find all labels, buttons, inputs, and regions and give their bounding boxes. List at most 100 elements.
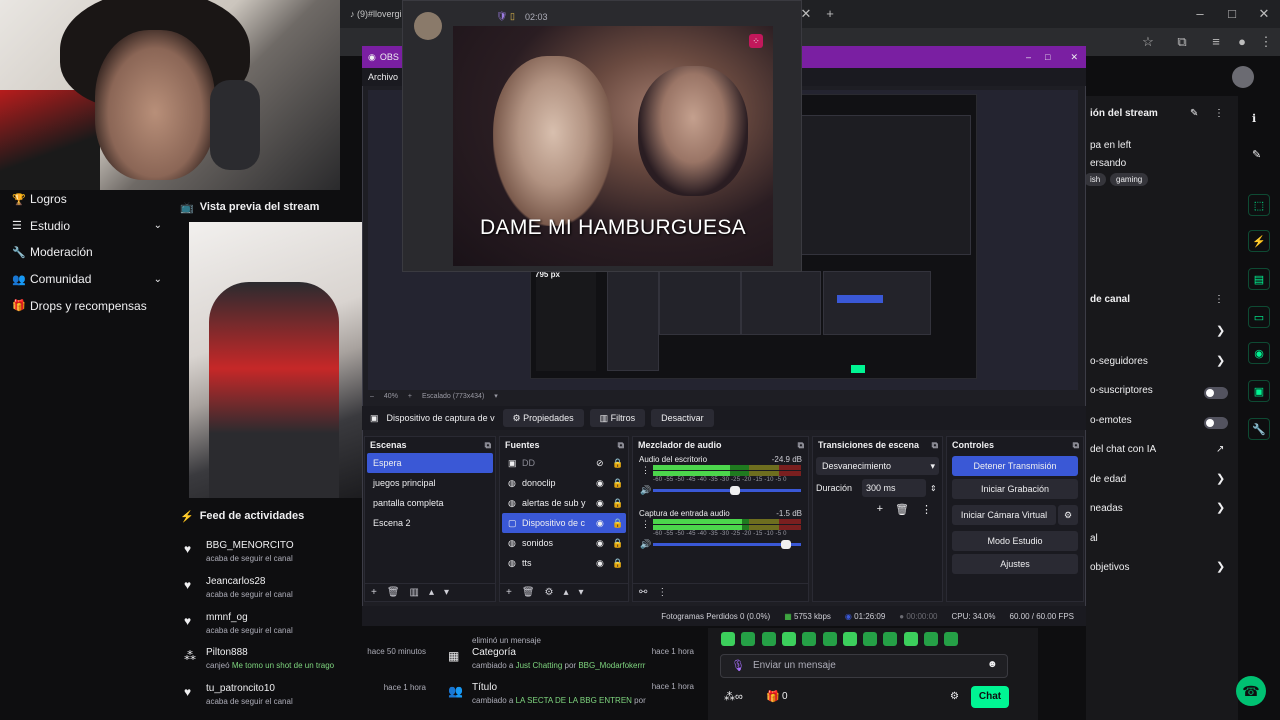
- source-item[interactable]: ◍ donoclip ◉ 🔒: [502, 473, 626, 493]
- source-item[interactable]: ◍ alertas de sub y ◉ 🔒: [502, 493, 626, 513]
- eye-icon[interactable]: ◉: [596, 493, 612, 513]
- filters-button[interactable]: ▥ Filtros: [589, 409, 646, 427]
- emote-icon[interactable]: [944, 632, 959, 646]
- filter-icon[interactable]: ▥: [410, 587, 419, 598]
- eye-icon[interactable]: ◉: [596, 473, 612, 493]
- scale-mode[interactable]: Escalado (773x434): [422, 393, 484, 400]
- stop-stream-button[interactable]: Detener Transmisión: [952, 456, 1078, 476]
- layout-icon[interactable]: ▣: [1248, 380, 1270, 402]
- add-icon[interactable]: +: [506, 587, 512, 598]
- emote-icon[interactable]: [903, 632, 918, 646]
- lightning-icon[interactable]: ⚡: [1248, 230, 1270, 252]
- source-item[interactable]: ◍ tts ◉ 🔒: [502, 553, 626, 573]
- info-icon[interactable]: ℹ: [1252, 112, 1256, 125]
- more-icon[interactable]: ⋮: [921, 503, 932, 516]
- properties-button[interactable]: ⚙ Propiedades: [502, 409, 584, 427]
- chrome-menu-icon[interactable]: ⋮: [1256, 32, 1276, 52]
- new-tab-button[interactable]: +: [820, 4, 840, 24]
- chevron-right-icon[interactable]: ❯: [1216, 560, 1225, 573]
- studio-mode-button[interactable]: Modo Estudio: [952, 531, 1078, 551]
- sidebar-item-logros[interactable]: 🏆 Logros: [12, 186, 162, 212]
- move-down-icon[interactable]: ▾: [444, 587, 449, 598]
- emote-icon[interactable]: [924, 632, 938, 646]
- eye-icon[interactable]: ◉: [596, 513, 612, 533]
- menu-archivo[interactable]: Archivo: [368, 72, 398, 82]
- emoji-icon[interactable]: ☻: [987, 659, 998, 670]
- pencil-icon[interactable]: ✎: [1252, 148, 1261, 161]
- lock-icon[interactable]: 🔒: [612, 493, 626, 513]
- more-icon[interactable]: ⋮: [641, 465, 650, 476]
- more-icon[interactable]: ⋮: [641, 519, 650, 530]
- transition-select[interactable]: Desvanecimiento ▾: [816, 457, 939, 475]
- undock-icon[interactable]: ⧉: [1073, 437, 1079, 453]
- add-icon[interactable]: +: [371, 587, 377, 598]
- zoom-out-button[interactable]: –: [370, 393, 374, 400]
- bookmark-star-icon[interactable]: ☆: [1138, 32, 1158, 52]
- feed-item[interactable]: ▦ Categoría cambiado a Just Chatting por B…: [448, 647, 698, 681]
- emote-icon[interactable]: [761, 632, 776, 646]
- more-icon[interactable]: ⋮: [1214, 294, 1224, 305]
- sidebar-item-comunidad[interactable]: 👥 Comunidad ⌄: [12, 266, 162, 292]
- emote-icon[interactable]: [721, 632, 735, 646]
- chevron-right-icon[interactable]: ❯: [1216, 472, 1225, 485]
- move-down-icon[interactable]: ▾: [579, 587, 584, 598]
- chevron-down-icon[interactable]: ▾: [494, 392, 498, 400]
- trash-icon[interactable]: 🗑: [522, 587, 535, 598]
- more-icon[interactable]: ⋮: [657, 587, 667, 598]
- feed-item[interactable]: 👥 Título cambiado a LA SECTA DE LA BBG ENT…: [448, 682, 698, 716]
- close-window-button[interactable]: ✕: [1254, 4, 1274, 24]
- microphone-icon[interactable]: 🎙: [731, 659, 745, 672]
- chevron-right-icon[interactable]: ❯: [1216, 324, 1225, 337]
- minimize-button[interactable]: –: [1190, 4, 1210, 24]
- undock-icon[interactable]: ⧉: [932, 437, 938, 453]
- emote-icon[interactable]: [781, 632, 796, 646]
- start-recording-button[interactable]: Iniciar Grabación: [952, 479, 1078, 499]
- settings-button[interactable]: Ajustes: [952, 554, 1078, 574]
- stream-preview[interactable]: [189, 222, 364, 498]
- channel-points-icon[interactable]: ⁂∞: [724, 690, 743, 703]
- more-icon[interactable]: ⋮: [1214, 108, 1224, 119]
- scene-item[interactable]: Espera: [367, 453, 493, 473]
- scene-item[interactable]: pantalla completa: [367, 493, 493, 513]
- gear-icon[interactable]: ⚙: [950, 691, 959, 702]
- maximize-button[interactable]: □: [1222, 4, 1242, 24]
- tag[interactable]: gaming: [1110, 173, 1149, 186]
- chat-send-button[interactable]: Chat: [971, 686, 1009, 708]
- wrench-icon[interactable]: 🔧: [1248, 418, 1270, 440]
- feed-item[interactable]: ♥ tu_patroncito10 acaba de seguir el canal…: [184, 683, 434, 717]
- source-item[interactable]: ◍ sonidos ◉ 🔒: [502, 533, 626, 553]
- move-up-icon[interactable]: ▴: [429, 587, 434, 598]
- clip-icon[interactable]: ⬚: [1248, 194, 1270, 216]
- undock-icon[interactable]: ⧉: [798, 437, 804, 453]
- emote-icon[interactable]: [822, 632, 837, 646]
- lock-icon[interactable]: 🔒: [612, 513, 626, 533]
- emote-icon[interactable]: [741, 632, 756, 646]
- volume-slider[interactable]: [653, 540, 801, 549]
- scene-item[interactable]: juegos principal: [367, 473, 493, 493]
- add-icon[interactable]: +: [877, 503, 883, 516]
- lock-icon[interactable]: 🔒: [612, 553, 626, 573]
- toggle-switch[interactable]: [1204, 387, 1228, 399]
- eye-icon[interactable]: ◉: [596, 533, 612, 553]
- chat-icon[interactable]: ▭: [1248, 306, 1270, 328]
- eye-icon[interactable]: ◉: [596, 553, 612, 573]
- undock-icon[interactable]: ⧉: [618, 437, 624, 453]
- duration-input[interactable]: 300 ms: [862, 479, 927, 497]
- source-item[interactable]: ▢ Dispositivo de c ◉ 🔒: [502, 513, 626, 533]
- volume-slider-knob[interactable]: [730, 486, 741, 495]
- gear-icon[interactable]: ⚙: [1058, 505, 1078, 525]
- sidebar-item-estudio[interactable]: ☰ Estudio ⌄: [12, 213, 162, 239]
- speaker-icon[interactable]: 🔊: [640, 539, 651, 550]
- emote-icon[interactable]: [883, 632, 898, 646]
- profile-avatar[interactable]: ●: [1232, 32, 1252, 52]
- broadcast-icon[interactable]: ◉: [1248, 342, 1270, 364]
- emote-icon[interactable]: [863, 632, 878, 646]
- lock-icon[interactable]: 🔒: [612, 453, 626, 473]
- move-up-icon[interactable]: ▴: [564, 587, 569, 598]
- emote-icon[interactable]: [802, 632, 817, 646]
- sidebar-item-moderación[interactable]: 🔧 Moderación: [12, 239, 162, 265]
- speaker-icon[interactable]: 🔊: [640, 485, 651, 496]
- extensions-icon[interactable]: ⧉: [1172, 32, 1192, 52]
- obs-close-button[interactable]: ✕: [1070, 52, 1078, 63]
- note-icon[interactable]: ▤: [1248, 268, 1270, 290]
